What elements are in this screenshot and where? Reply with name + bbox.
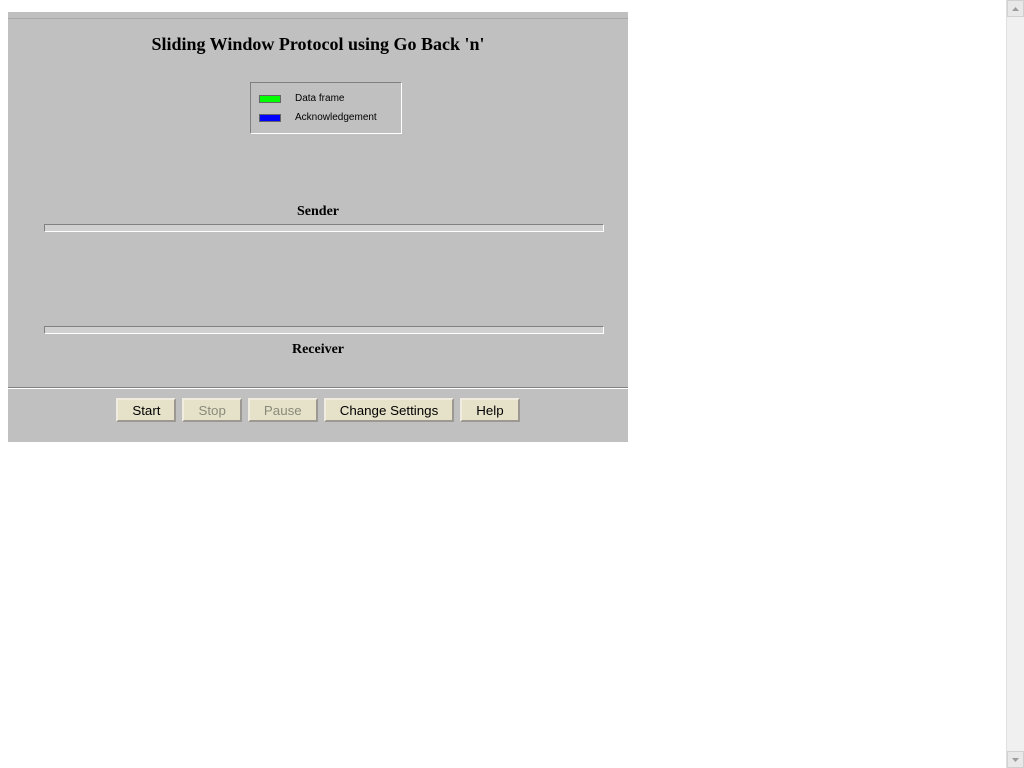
start-button[interactable]: Start <box>116 398 176 422</box>
sender-label: Sender <box>8 204 628 220</box>
legend-row-data-frame: Data frame <box>259 89 393 108</box>
change-settings-button[interactable]: Change Settings <box>324 398 455 422</box>
sender-track <box>44 224 604 232</box>
legend-row-ack: Acknowledgement <box>259 108 393 127</box>
scroll-down-icon[interactable] <box>1007 751 1024 768</box>
button-bar: Start Stop Pause Change Settings Help <box>8 398 628 422</box>
stop-button[interactable]: Stop <box>182 398 241 422</box>
data-frame-swatch-icon <box>259 95 281 103</box>
legend-label-ack: Acknowledgement <box>295 112 377 123</box>
legend-box: Data frame Acknowledgement <box>250 82 402 134</box>
page-title: Sliding Window Protocol using Go Back 'n… <box>8 34 628 55</box>
legend-label-data-frame: Data frame <box>295 93 344 104</box>
receiver-label: Receiver <box>8 342 628 358</box>
receiver-track <box>44 326 604 334</box>
vertical-scrollbar[interactable] <box>1006 0 1024 768</box>
ack-swatch-icon <box>259 114 281 122</box>
applet-panel: Sliding Window Protocol using Go Back 'n… <box>8 12 628 442</box>
top-bar <box>8 12 628 19</box>
help-button[interactable]: Help <box>460 398 519 422</box>
scroll-up-icon[interactable] <box>1007 0 1024 17</box>
separator <box>8 387 628 389</box>
pause-button[interactable]: Pause <box>248 398 318 422</box>
